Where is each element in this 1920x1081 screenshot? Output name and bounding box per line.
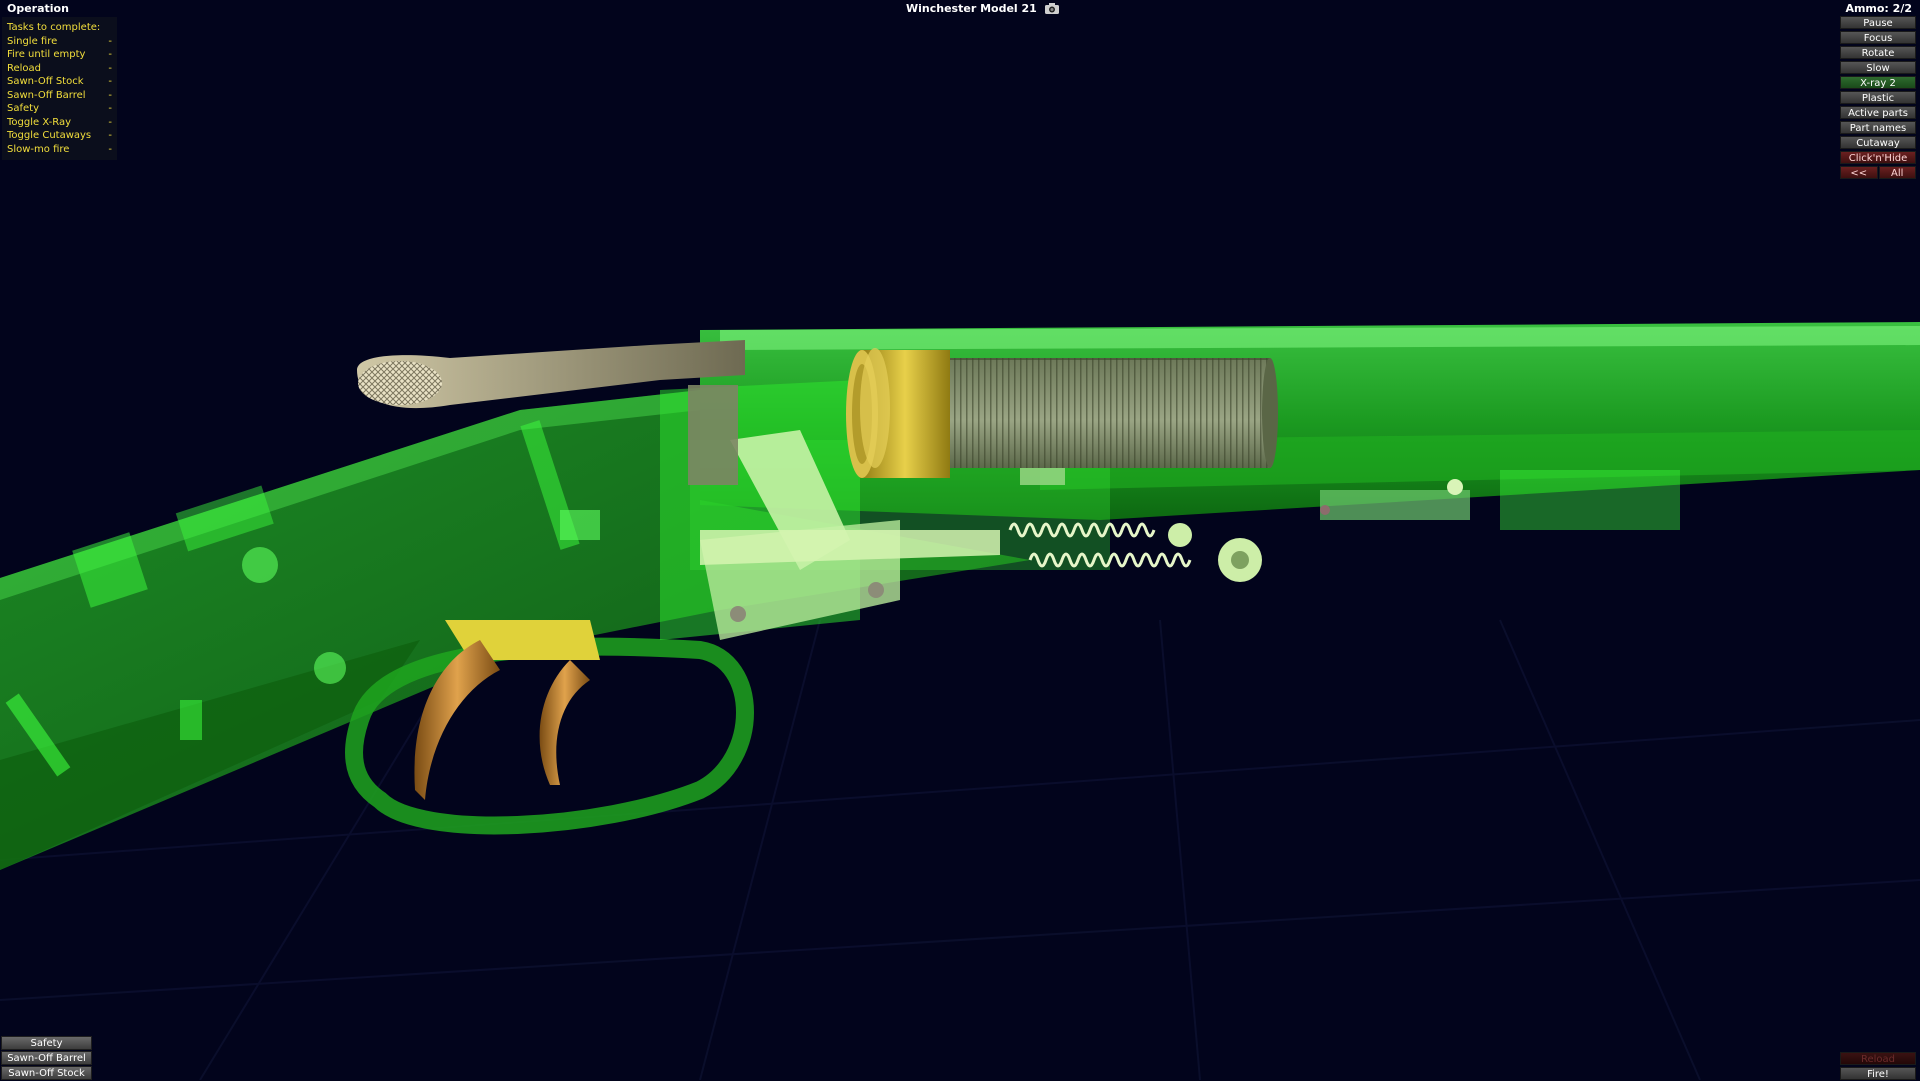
camera-icon[interactable] <box>1044 3 1059 14</box>
part-names-button[interactable]: Part names <box>1840 121 1916 134</box>
slow-button[interactable]: Slow <box>1840 61 1916 74</box>
xray-button[interactable]: X-ray 2 <box>1840 76 1916 89</box>
task-item: Sawn-Off Barrel - <box>7 89 112 101</box>
task-item: Toggle Cutaways - <box>7 130 112 141</box>
fire-button[interactable]: Fire! <box>1840 1067 1916 1080</box>
ammo-counter: Ammo: 2/2 <box>1845 2 1912 15</box>
cutaway-button[interactable]: Cutaway <box>1840 136 1916 149</box>
tasks-header: Tasks to complete: <box>7 22 101 33</box>
action-buttons: Reload Fire! <box>1840 1050 1916 1080</box>
task-item: Reload - <box>7 62 112 74</box>
sawn-off-stock-button[interactable]: Sawn-Off Stock <box>1 1066 92 1080</box>
previous-button[interactable]: << <box>1840 166 1878 179</box>
modification-buttons: Safety Sawn-Off Barrel Sawn-Off Stock <box>1 1035 92 1080</box>
task-item: Slow-mo fire - <box>7 143 112 155</box>
model-title-bar: Winchester Model 21 <box>906 2 1059 15</box>
model-title: Winchester Model 21 <box>906 2 1037 15</box>
show-parts-row: << All <box>1840 166 1916 181</box>
task-item: Toggle X-Ray - <box>7 116 112 128</box>
reload-button[interactable]: Reload <box>1840 1052 1916 1065</box>
plastic-button[interactable]: Plastic <box>1840 91 1916 104</box>
control-panel: Pause Focus Rotate Slow X-ray 2 Plastic … <box>1840 16 1916 181</box>
xray-gun-viewport[interactable] <box>0 0 1920 1080</box>
tasks-panel: Tasks to complete: Single fire - Fire unt… <box>2 17 117 160</box>
click-hide-button[interactable]: Click'n'Hide <box>1840 151 1916 164</box>
task-item: Fire until empty - <box>7 49 112 60</box>
safety-button[interactable]: Safety <box>1 1036 92 1050</box>
task-item: Sawn-Off Stock - <box>7 76 112 87</box>
section-title: Operation <box>7 2 69 15</box>
task-item: Single fire - <box>7 35 112 47</box>
active-parts-button[interactable]: Active parts <box>1840 106 1916 119</box>
task-item: Safety - <box>7 103 112 114</box>
focus-button[interactable]: Focus <box>1840 31 1916 44</box>
sawn-off-barrel-button[interactable]: Sawn-Off Barrel <box>1 1051 92 1065</box>
show-all-button[interactable]: All <box>1878 166 1916 179</box>
rotate-button[interactable]: Rotate <box>1840 46 1916 59</box>
shotgun-shells[interactable] <box>846 348 1278 478</box>
pause-button[interactable]: Pause <box>1840 16 1916 29</box>
